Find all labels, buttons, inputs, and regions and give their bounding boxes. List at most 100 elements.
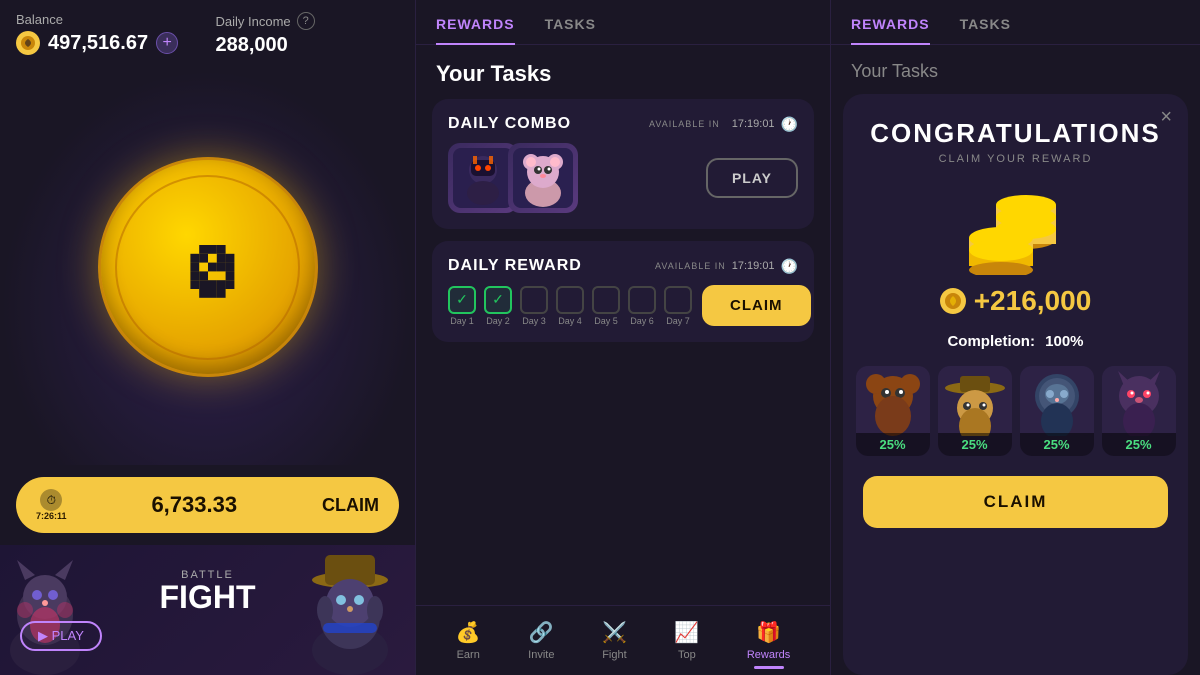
day-4-label: Day 4: [558, 316, 582, 326]
your-tasks-title: Your Tasks: [416, 45, 830, 99]
reward-coin-icon: [940, 288, 966, 314]
earn-icon: 💰: [456, 620, 481, 645]
timer-icon: ⏱: [40, 489, 62, 511]
char-card-4: 25%: [1102, 366, 1176, 456]
main-coin[interactable]: [98, 157, 318, 377]
completion-value: 100%: [1045, 333, 1083, 350]
right-tab-rewards[interactable]: REWARDS: [851, 16, 930, 44]
spiral-icon: [153, 212, 263, 322]
middle-tab-bar: REWARDS TASKS: [416, 0, 830, 45]
day-1: ✓ Day 1: [448, 286, 476, 326]
right-your-tasks: Your Tasks: [831, 45, 1200, 94]
day-2-label: Day 2: [486, 316, 510, 326]
combo-play-button[interactable]: PLAY: [706, 158, 798, 198]
task-combo-header: DAILY COMBO AVAILABLE IN 17:19:01 🕐: [448, 115, 798, 133]
daily-income-label: Daily Income: [216, 14, 291, 29]
day-5-check: [592, 286, 620, 314]
combo-avatar-2: [508, 143, 578, 213]
nav-earn[interactable]: 💰 Earn: [456, 620, 481, 661]
right-tab-bar: REWARDS TASKS: [831, 0, 1200, 45]
claim-subtitle: CLAIM YOUR REWARD: [939, 153, 1093, 165]
task-reward-header: DAILY REWARD AVAILABLE IN 17:19:01 🕐: [448, 257, 798, 275]
completion-label: Completion:: [947, 333, 1035, 350]
clock-icon-2: 🕐: [781, 258, 798, 275]
rewards-icon: 🎁: [756, 620, 781, 645]
fight-label: Fight: [602, 649, 626, 661]
coin-main-area[interactable]: [0, 69, 415, 465]
char-card-3: 25%: [1020, 366, 1094, 456]
coin-stack-image: [956, 185, 1076, 275]
daily-header: Daily Income ?: [216, 12, 400, 30]
balance-amount: 497,516.67: [48, 32, 148, 55]
completion-text: Completion: 100%: [947, 333, 1083, 350]
bottom-nav: 💰 Earn 🔗 Invite ⚔️ Fight 📈 Top 🎁 Rewards: [416, 605, 830, 675]
earn-label: Earn: [457, 649, 480, 661]
day-3-label: Day 3: [522, 316, 546, 326]
reward-bottom: ✓ Day 1 ✓ Day 2 Day 3 Day 4: [448, 285, 798, 326]
plus-button[interactable]: +: [156, 32, 178, 54]
balance-value: 497,516.67 +: [16, 31, 200, 55]
timer-section: ⏱ 7:26:11: [36, 489, 67, 521]
battle-text-area: BATTLE FIGHT ▶ PLAY: [20, 569, 395, 651]
daily-reward-card: DAILY REWARD AVAILABLE IN 17:19:01 🕐 ✓ D…: [432, 241, 814, 342]
day-4: Day 4: [556, 286, 584, 326]
middle-panel: REWARDS TASKS Your Tasks DAILY COMBO AVA…: [415, 0, 830, 675]
combo-available-info: AVAILABLE IN 17:19:01 🕐: [649, 116, 798, 133]
coin-inner: [115, 175, 300, 360]
reward-number: +216,000: [974, 285, 1092, 317]
coin-icon-small: [16, 31, 40, 55]
day-5-label: Day 5: [594, 316, 618, 326]
tab-rewards[interactable]: REWARDS: [436, 16, 515, 44]
clock-icon: 🕐: [781, 116, 798, 133]
day-2-check: ✓: [484, 286, 512, 314]
top-bar: Balance 497,516.67 + Daily Income ? 288,…: [0, 0, 415, 69]
invite-label: Invite: [528, 649, 554, 661]
timer-text: 7:26:11: [36, 511, 67, 521]
day-6-check: [628, 286, 656, 314]
battle-section: BATTLE FIGHT ▶ PLAY: [0, 545, 415, 675]
close-button[interactable]: ×: [1160, 106, 1172, 129]
nav-top[interactable]: 📈 Top: [674, 620, 699, 661]
day-1-label: Day 1: [450, 316, 474, 326]
right-tab-tasks[interactable]: TASKS: [960, 16, 1011, 44]
combo-available-time: 17:19:01: [732, 118, 775, 130]
daily-section: Daily Income ? 288,000: [200, 12, 400, 57]
balance-label: Balance: [16, 12, 200, 27]
daily-combo-title: DAILY COMBO: [448, 115, 571, 133]
reward-available-time: 17:19:01: [732, 260, 775, 272]
day-6: Day 6: [628, 286, 656, 326]
reward-available-label: AVAILABLE IN: [655, 261, 726, 271]
congrats-card: × CONGRATULATIONS CLAIM YOUR REWARD: [843, 94, 1188, 675]
combo-avatars: [448, 143, 578, 213]
daily-reward-claim-button[interactable]: CLAIM: [702, 285, 811, 326]
nav-fight[interactable]: ⚔️ Fight: [602, 620, 627, 661]
claim-bar[interactable]: ⏱ 7:26:11 6,733.33 CLAIM: [16, 477, 399, 533]
nav-rewards[interactable]: 🎁 Rewards: [747, 620, 790, 661]
help-icon[interactable]: ?: [297, 12, 315, 30]
fight-text: FIGHT: [20, 581, 395, 613]
combo-available-label: AVAILABLE IN: [649, 119, 720, 129]
right-panel: REWARDS TASKS Your Tasks × CONGRATULATIO…: [830, 0, 1200, 675]
balance-section: Balance 497,516.67 +: [16, 12, 200, 57]
characters-grid: 25% 25%: [856, 366, 1176, 456]
day-3: Day 3: [520, 286, 548, 326]
char-4-pct: 25%: [1102, 433, 1176, 456]
rewards-label: Rewards: [747, 649, 790, 661]
day-2: ✓ Day 2: [484, 286, 512, 326]
day-7: Day 7: [664, 286, 692, 326]
top-label: Top: [678, 649, 696, 661]
char-card-1: 25%: [856, 366, 930, 456]
top-icon: 📈: [674, 620, 699, 645]
final-claim-button[interactable]: CLAIM: [863, 476, 1168, 528]
play-button[interactable]: ▶ PLAY: [20, 621, 102, 651]
day-6-label: Day 6: [630, 316, 654, 326]
char-2-pct: 25%: [938, 433, 1012, 456]
day-1-check: ✓: [448, 286, 476, 314]
char-3-pct: 25%: [1020, 433, 1094, 456]
day-4-check: [556, 286, 584, 314]
nav-items: 💰 Earn 🔗 Invite ⚔️ Fight 📈 Top 🎁 Rewards: [432, 620, 814, 661]
tab-tasks[interactable]: TASKS: [545, 16, 596, 44]
day-7-label: Day 7: [666, 316, 690, 326]
claim-button-text[interactable]: CLAIM: [322, 495, 379, 516]
nav-invite[interactable]: 🔗 Invite: [528, 620, 554, 661]
